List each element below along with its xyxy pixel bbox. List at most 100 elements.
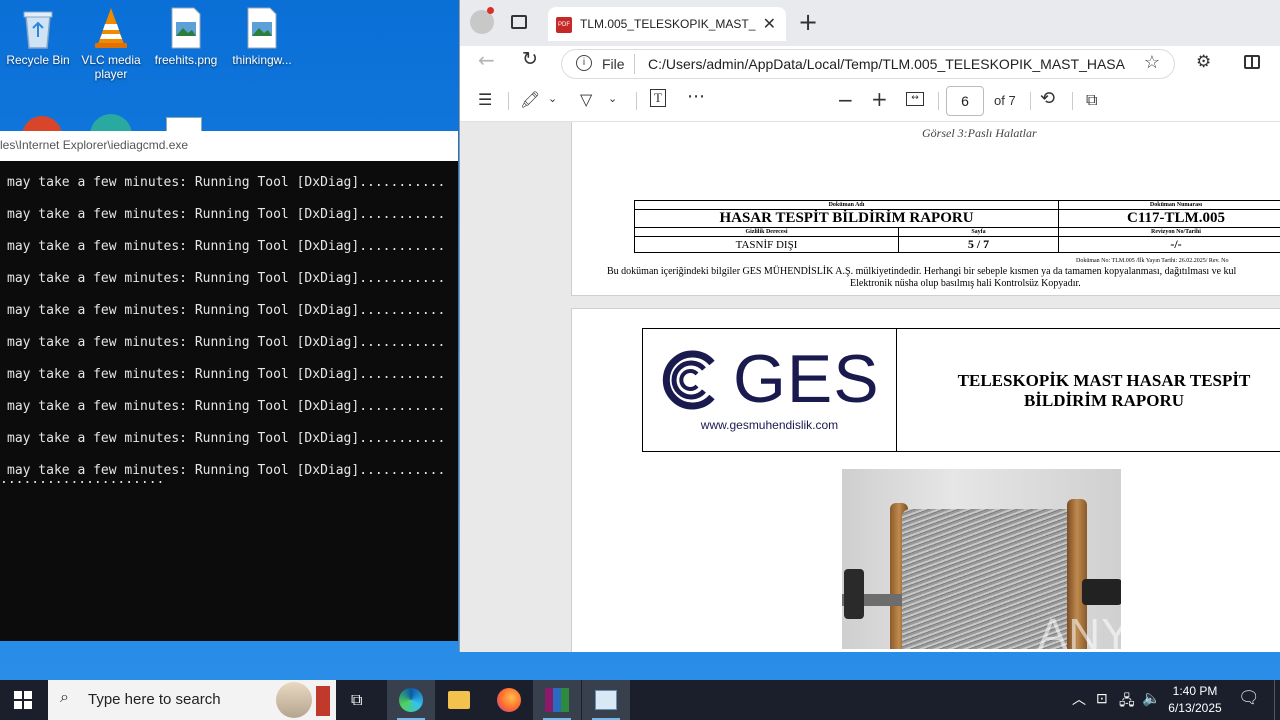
pdf-viewer[interactable]: Görsel 3:Paslı Halatlar Doküman Adı Dokü…: [460, 122, 1280, 652]
page-view-icon[interactable]: ⧉: [1086, 90, 1097, 110]
profile-avatar-icon[interactable]: [470, 7, 494, 34]
tray-device-icon[interactable]: ⊡: [1096, 690, 1108, 707]
volume-icon[interactable]: 🔈: [1142, 689, 1161, 707]
cmd-title: les\Internet Explorer\iediagcmd.exe: [0, 138, 189, 152]
footer-line-2: Elektronik nüsha olup basılmış hali Kont…: [850, 278, 1081, 289]
cmd-line: may take a few minutes: Running Tool [Dx…: [7, 271, 446, 286]
back-arrow-icon[interactable]: ←: [478, 48, 495, 72]
search-icon: ⌕: [60, 689, 69, 706]
desktop-icon-label: Recycle Bin: [6, 53, 70, 67]
edge-window[interactable]: PDF TLM.005_TELESKOPIK_MAST_HAS ✕ + ← ↻ …: [459, 0, 1280, 652]
company-logo-box: GES www.gesmuhendislik.com: [642, 328, 897, 452]
tray-overflow-chevron-icon[interactable]: ︿: [1072, 689, 1086, 709]
desktop-icon-thinking[interactable]: thinkingw...: [224, 0, 300, 67]
address-field[interactable]: i File C:/Users/admin/AppData/Local/Temp…: [561, 49, 1175, 79]
winrar-icon: [545, 688, 569, 712]
cmd-output: may take a few minutes: Running Tool [Dx…: [0, 161, 458, 487]
search-placeholder: Type here to search: [88, 691, 221, 708]
cmd-line: may take a few minutes: Running Tool [Dx…: [7, 399, 446, 414]
contents-list-icon[interactable]: ☰: [478, 90, 492, 109]
network-icon[interactable]: 🖧: [1119, 690, 1135, 714]
revision-value: -/-: [1058, 236, 1280, 253]
desktop-icon-vlc[interactable]: VLC media player: [73, 0, 149, 81]
recycle-bin-icon: [18, 6, 58, 50]
watermark-text: ANY RUN: [1038, 610, 1243, 659]
taskbar-clock[interactable]: 1:40 PM 6/13/2025: [1166, 683, 1224, 717]
cmd-title-bar[interactable]: les\Internet Explorer\iediagcmd.exe: [0, 131, 458, 161]
cmd-line: may take a few minutes: Running Tool [Dx…: [7, 431, 446, 446]
desktop-icon-recycle-bin[interactable]: Recycle Bin: [0, 0, 76, 67]
firefox-icon: [497, 688, 521, 712]
folder-icon: [448, 691, 470, 709]
vlc-cone-icon: [91, 6, 131, 50]
more-options-icon[interactable]: ⋯: [687, 86, 705, 107]
rotate-icon[interactable]: ⟲: [1040, 88, 1055, 109]
chevron-down-icon[interactable]: ⌄: [548, 92, 557, 105]
tab-strip: PDF TLM.005_TELESKOPIK_MAST_HAS ✕ +: [460, 0, 1280, 46]
cmd-line: may take a few minutes: Running Tool [Dx…: [7, 175, 446, 190]
text-box-icon[interactable]: T: [650, 89, 666, 107]
cmd-line: may take a few minutes: Running Tool [Dx…: [7, 207, 446, 222]
figure-caption: Görsel 3:Paslı Halatlar: [922, 126, 1037, 140]
page-number-input[interactable]: 6: [946, 86, 984, 116]
tab-actions-icon[interactable]: [511, 15, 527, 29]
zoom-in-icon[interactable]: +: [871, 87, 888, 111]
image-file-icon: [166, 6, 206, 50]
taskbar-firefox[interactable]: [485, 680, 533, 720]
taskbar-edge[interactable]: [387, 680, 435, 720]
start-windows-icon[interactable]: [14, 691, 32, 709]
clock-time: 1:40 PM: [1172, 684, 1218, 698]
extensions-icon[interactable]: ⚙: [1196, 52, 1211, 72]
notification-icon[interactable]: 🗨: [1238, 688, 1260, 708]
anyrun-watermark: ANY RUN: [1038, 610, 1242, 660]
report-title-box: TELESKOPİK MAST HASAR TESPİT BİLDİRİM RA…: [896, 328, 1280, 452]
chevron-down-icon[interactable]: ⌄: [608, 92, 617, 105]
ges-logo-text: GES: [733, 341, 880, 417]
info-icon[interactable]: i: [576, 55, 592, 71]
doc-number-label: Doküman Numarası: [1058, 200, 1280, 210]
fit-to-width-icon[interactable]: ↔: [906, 92, 924, 106]
pdf-toolbar: ☰ 🖍 ⌄ ▽ ⌄ T ⋯ − + ↔ 6 of 7 ⟲ ⧉: [460, 80, 1280, 122]
pdf-file-icon: PDF: [556, 17, 572, 33]
footer-line-1: Bu doküman içeriğindeki bilgiler GES MÜH…: [607, 266, 1237, 277]
image-file-icon: [242, 6, 282, 50]
report-title-line-2: BİLDİRİM RAPORU: [1023, 391, 1185, 410]
cmd-line: may take a few minutes: Running Tool [Dx…: [7, 335, 446, 350]
refresh-icon[interactable]: ↻: [522, 48, 538, 70]
pdf-page-6: GES www.gesmuhendislik.com TELESKOPİK MA…: [571, 308, 1280, 652]
page-label: Sayfa: [898, 227, 1059, 237]
doc-name: HASAR TESPİT BİLDİRİM RAPORU: [634, 209, 1059, 228]
tab-pdf-document[interactable]: PDF TLM.005_TELESKOPIK_MAST_HAS ✕: [548, 7, 786, 41]
pdf-page-5: Görsel 3:Paslı Halatlar Doküman Adı Dokü…: [571, 122, 1280, 296]
new-tab-icon[interactable]: +: [798, 8, 818, 36]
split-screen-icon[interactable]: [1244, 55, 1260, 69]
task-view-icon[interactable]: ⧉: [351, 690, 362, 710]
ges-logo-swirl-icon: [662, 350, 715, 410]
doc-name-label: Doküman Adı: [634, 200, 1059, 210]
cmd-window[interactable]: les\Internet Explorer\iediagcmd.exe may …: [0, 131, 458, 641]
taskbar-cmd[interactable]: [582, 680, 630, 720]
document-info-table: Doküman Adı Doküman Numarası HASAR TESPİ…: [634, 200, 1280, 253]
taskbar-winrar[interactable]: [533, 680, 581, 720]
draw-icon[interactable]: ▽: [580, 90, 592, 109]
zoom-out-icon[interactable]: −: [837, 88, 854, 112]
page-value: 5 / 7: [898, 236, 1059, 253]
search-highlight-illustration: [276, 682, 312, 718]
confidentiality-value: TASNİF DIŞI: [634, 236, 899, 253]
address-url: C:/Users/admin/AppData/Local/Temp/TLM.00…: [648, 56, 1126, 72]
show-desktop-button[interactable]: [1274, 680, 1275, 720]
books-illustration: [316, 686, 330, 716]
taskbar-search-box[interactable]: ⌕ Type here to search: [48, 680, 336, 720]
desktop-icon-label: VLC media player: [81, 53, 141, 81]
address-bar-row: ← ↻ i File C:/Users/admin/AppData/Local/…: [460, 46, 1280, 80]
favorite-star-icon[interactable]: ☆: [1144, 52, 1160, 73]
highlight-icon[interactable]: 🖍: [520, 90, 540, 109]
confidentiality-label: Gizlilik Derecesi: [634, 227, 899, 237]
revision-label: Revizyon No/Tarihi: [1058, 227, 1280, 237]
taskbar-file-explorer[interactable]: [435, 680, 483, 720]
cmd-line: may take a few minutes: Running Tool [Dx…: [7, 367, 446, 382]
close-tab-icon[interactable]: ✕: [763, 14, 776, 34]
desktop-icon-freehits[interactable]: freehits.png: [148, 0, 224, 67]
address-scheme-label: File: [602, 56, 625, 72]
doc-number: C117-TLM.005: [1058, 209, 1280, 228]
